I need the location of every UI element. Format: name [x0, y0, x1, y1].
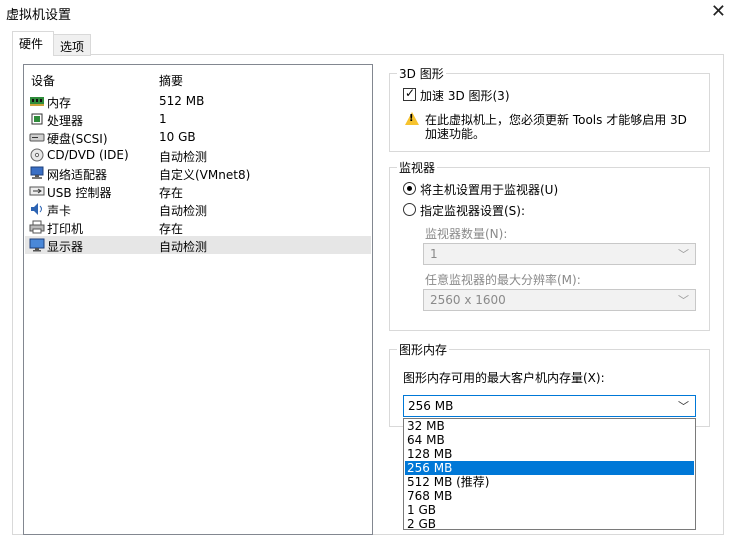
- processor-icon: [31, 113, 43, 125]
- device-row-cd[interactable]: CD/DVD (IDE) 自动检测: [25, 146, 371, 164]
- device-row-printer[interactable]: 打印机 存在: [25, 218, 371, 236]
- device-name: 声卡: [47, 204, 72, 218]
- radio-use-host-settings-label[interactable]: 将主机设置用于监视器(U): [420, 181, 558, 198]
- radio-specify-monitor-settings-label[interactable]: 指定监视器设置(S):: [420, 202, 525, 219]
- device-row-processor[interactable]: 处理器 1: [25, 110, 371, 128]
- device-name: USB 控制器: [47, 186, 112, 200]
- group-graphics-memory-legend: 图形内存: [397, 341, 450, 358]
- device-row-sound[interactable]: 声卡 自动检测: [25, 200, 371, 218]
- window-title: 虚拟机设置: [6, 8, 72, 23]
- tab-options-label: 选项: [60, 40, 85, 54]
- dropdown-option-selected[interactable]: 256 MB: [405, 461, 694, 475]
- printer-icon: [29, 220, 45, 234]
- device-name: CD/DVD (IDE): [47, 148, 129, 162]
- dropdown-option[interactable]: 2 GB: [405, 517, 694, 531]
- monitor-count-select[interactable]: 1 ﹀: [423, 243, 696, 265]
- sound-icon: [31, 203, 42, 215]
- device-summary: 自动检测: [159, 240, 208, 254]
- monitor-count-label: 监视器数量(N):: [425, 227, 508, 241]
- cd-icon: [30, 148, 44, 162]
- graphics-memory-value: 256 MB: [408, 399, 454, 413]
- close-icon[interactable]: ✕: [711, 1, 726, 22]
- device-summary: 1: [159, 112, 167, 126]
- usb-icon: [29, 186, 45, 196]
- device-row-usb[interactable]: USB 控制器 存在: [25, 182, 371, 200]
- device-summary: 存在: [159, 186, 184, 200]
- graphics-memory-select[interactable]: 256 MB ﹀: [403, 395, 696, 417]
- harddisk-icon: [29, 133, 45, 142]
- title-bar: 虚拟机设置 ✕: [0, 0, 732, 26]
- device-row-memory[interactable]: 内存 512 MB: [25, 92, 371, 110]
- warning-icon-mark: !: [409, 113, 414, 124]
- device-summary: 512 MB: [159, 94, 205, 108]
- device-summary: 10 GB: [159, 130, 196, 144]
- radio-use-host-settings[interactable]: [403, 182, 416, 195]
- accelerate-3d-label[interactable]: 加速 3D 图形(3): [420, 87, 510, 104]
- radio-specify-monitor-settings[interactable]: [403, 203, 416, 216]
- warning-text-line2: 加速功能。: [425, 127, 486, 141]
- tab-hardware-label: 硬件: [19, 37, 44, 51]
- device-name: 打印机: [47, 222, 84, 236]
- device-name: 显示器: [47, 240, 84, 254]
- group-3d-graphics-legend: 3D 图形: [397, 65, 446, 82]
- device-row-monitor[interactable]: 显示器 自动检测: [25, 236, 371, 254]
- chevron-down-icon: ﹀: [678, 400, 689, 413]
- device-summary: 自动检测: [159, 204, 208, 218]
- device-name: 处理器: [47, 114, 84, 128]
- group-monitor-legend: 监视器: [397, 159, 438, 176]
- dropdown-option[interactable]: 768 MB: [405, 489, 694, 503]
- dropdown-option[interactable]: 512 MB (推荐): [405, 475, 694, 489]
- tab-hardware[interactable]: 硬件: [12, 31, 54, 56]
- device-summary: 自动检测: [159, 150, 208, 164]
- chevron-down-icon: ﹀: [678, 294, 689, 307]
- accelerate-3d-checkbox[interactable]: ✓: [403, 86, 416, 101]
- device-summary: 存在: [159, 222, 184, 236]
- device-name: 内存: [47, 96, 72, 110]
- dropdown-option[interactable]: 1 GB: [405, 503, 694, 517]
- device-row-harddisk[interactable]: 硬盘(SCSI) 10 GB: [25, 128, 371, 146]
- max-resolution-label: 任意监视器的最大分辨率(M):: [425, 273, 581, 287]
- column-summary[interactable]: 摘要: [159, 72, 183, 89]
- graphics-memory-dropdown[interactable]: 32 MB 64 MB 128 MB 256 MB 512 MB (推荐) 76…: [403, 418, 696, 531]
- dropdown-option[interactable]: 32 MB: [405, 419, 694, 433]
- device-name: 硬盘(SCSI): [47, 132, 108, 146]
- tab-options[interactable]: 选项: [53, 34, 91, 56]
- monitor-icon: [29, 238, 45, 252]
- memory-icon: [30, 97, 44, 106]
- device-summary: 自定义(VMnet8): [159, 168, 251, 182]
- monitor-count-value: 1: [430, 247, 438, 261]
- max-resolution-value: 2560 x 1600: [430, 293, 506, 307]
- device-list-header: 设备 摘要: [24, 69, 372, 89]
- device-name: 网络适配器: [47, 168, 108, 182]
- chevron-down-icon: ﹀: [678, 248, 689, 261]
- device-list[interactable]: 设备 摘要 内存 512 MB 处理器 1 硬盘(SCSI) 10 GB CD/…: [23, 64, 373, 535]
- graphics-memory-label: 图形内存可用的最大客户机内存量(X):: [403, 371, 605, 385]
- column-device[interactable]: 设备: [31, 72, 55, 89]
- max-resolution-select[interactable]: 2560 x 1600 ﹀: [423, 289, 696, 311]
- tab-strip: 硬件 选项: [0, 31, 732, 56]
- network-icon: [30, 166, 44, 179]
- device-row-network[interactable]: 网络适配器 自定义(VMnet8): [25, 164, 371, 182]
- dropdown-option[interactable]: 128 MB: [405, 447, 694, 461]
- dropdown-option[interactable]: 64 MB: [405, 433, 694, 447]
